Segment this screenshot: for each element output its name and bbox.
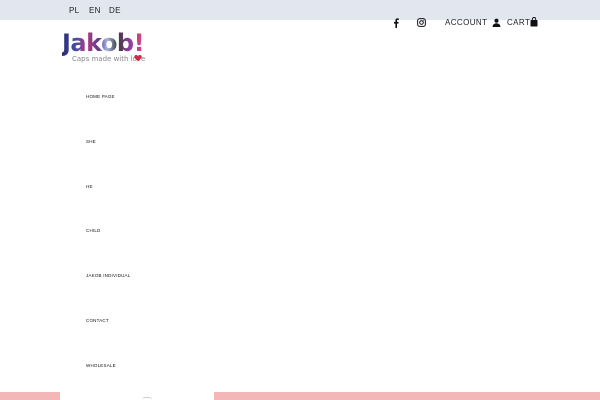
facebook-icon[interactable] bbox=[393, 18, 399, 28]
site-logo[interactable]: Jakob! Caps made with love bbox=[62, 29, 154, 69]
nav-item-home-page[interactable]: HOME PAGE bbox=[86, 94, 115, 100]
language-pl[interactable]: PL bbox=[69, 6, 79, 16]
language-en[interactable]: EN bbox=[89, 6, 101, 16]
account-link[interactable]: ACCOUNT bbox=[445, 18, 487, 28]
instagram-icon[interactable] bbox=[417, 18, 426, 27]
nav-item-child[interactable]: CHILD bbox=[86, 228, 101, 234]
user-icon[interactable] bbox=[492, 18, 501, 27]
shopping-bag-icon[interactable] bbox=[530, 17, 538, 27]
nav-item-she[interactable]: SHE bbox=[86, 139, 96, 145]
hero-banner-image bbox=[60, 392, 214, 400]
nav-item-wholesale[interactable]: WHOLESALE bbox=[86, 363, 116, 369]
cart-link[interactable]: CART bbox=[507, 18, 530, 28]
nav-item-contact[interactable]: CONTACT bbox=[86, 318, 109, 324]
hero-banner-left bbox=[0, 392, 60, 400]
nav-item-jakob-individual[interactable]: JAKOB INDIVIDUAL bbox=[86, 273, 130, 279]
logo-wordmark: Jakob! bbox=[62, 29, 145, 57]
hero-banner-right bbox=[214, 392, 600, 400]
language-de[interactable]: DE bbox=[109, 6, 121, 16]
heart-icon bbox=[134, 54, 142, 62]
nav-item-he[interactable]: HE bbox=[86, 184, 93, 190]
